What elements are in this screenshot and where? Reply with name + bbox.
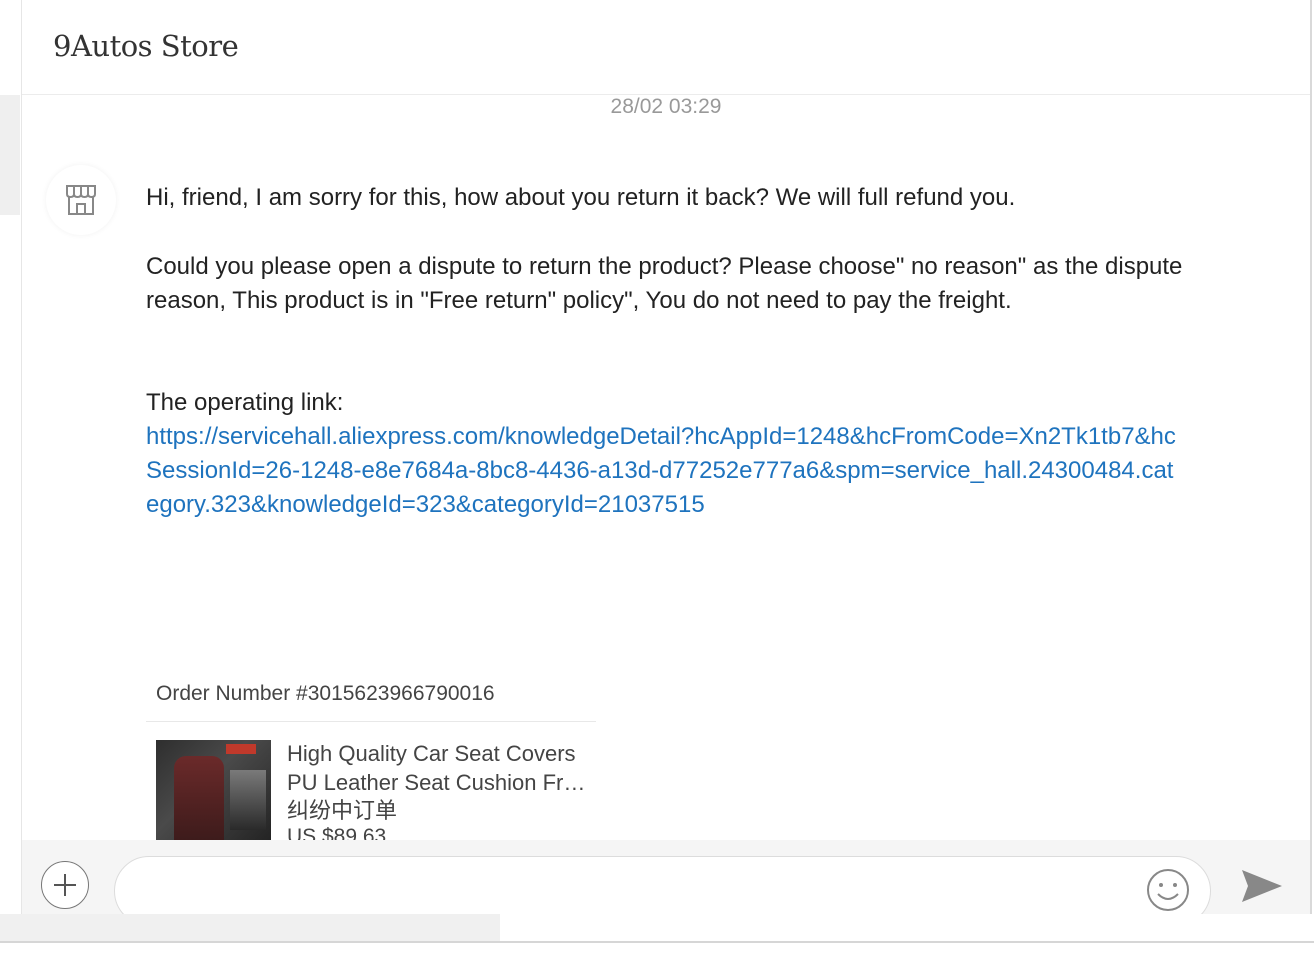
- product-item[interactable]: High Quality Car Seat Covers PU Leather …: [146, 740, 606, 840]
- message-paragraph: Hi, friend, I am sorry for this, how abo…: [146, 184, 1016, 211]
- send-icon: [1242, 870, 1282, 902]
- store-name[interactable]: 9Autos Store: [53, 29, 239, 63]
- chat-header: 9Autos Store: [22, 0, 1310, 95]
- operating-link[interactable]: https://servicehall.aliexpress.com/knowl…: [146, 420, 1186, 522]
- order-status-tag: 纠纷中订单: [287, 798, 398, 823]
- emoji-icon: [1147, 869, 1189, 911]
- left-panel-edge: [0, 0, 22, 958]
- store-avatar[interactable]: [46, 165, 116, 235]
- order-card[interactable]: Order Number #3015623966790016 High Qual…: [146, 673, 606, 840]
- window-bottom-edge: [0, 914, 1314, 958]
- message-bubble: Hi, friend, I am sorry for this, how abo…: [146, 181, 1186, 522]
- add-attachment-button[interactable]: [41, 861, 89, 909]
- send-button[interactable]: [1240, 868, 1284, 909]
- plus-icon: [54, 874, 76, 896]
- message-paragraph: Could you please open a dispute to retur…: [146, 253, 1183, 314]
- product-info: High Quality Car Seat Covers PU Leather …: [287, 739, 597, 840]
- message-list[interactable]: 28/02 03:29 Hi, friend, I am sorry for t…: [22, 95, 1310, 840]
- product-title-line: PU Leather Seat Cushion Fr…: [287, 770, 586, 795]
- store-icon: [66, 185, 96, 215]
- product-price: US $89.63: [287, 825, 387, 840]
- order-number: Order Number #3015623966790016: [146, 673, 596, 722]
- left-panel-shade: [0, 95, 20, 215]
- message-input-bar: [22, 840, 1310, 926]
- message-timestamp: 28/02 03:29: [610, 95, 722, 118]
- product-title[interactable]: High Quality Car Seat Covers PU Leather …: [287, 739, 597, 797]
- scrollbar-edge: [1310, 0, 1312, 945]
- product-title-line: High Quality Car Seat Covers: [287, 741, 576, 766]
- link-intro: The operating link:: [146, 389, 344, 416]
- emoji-button[interactable]: [1146, 868, 1190, 917]
- product-thumbnail[interactable]: [156, 740, 271, 840]
